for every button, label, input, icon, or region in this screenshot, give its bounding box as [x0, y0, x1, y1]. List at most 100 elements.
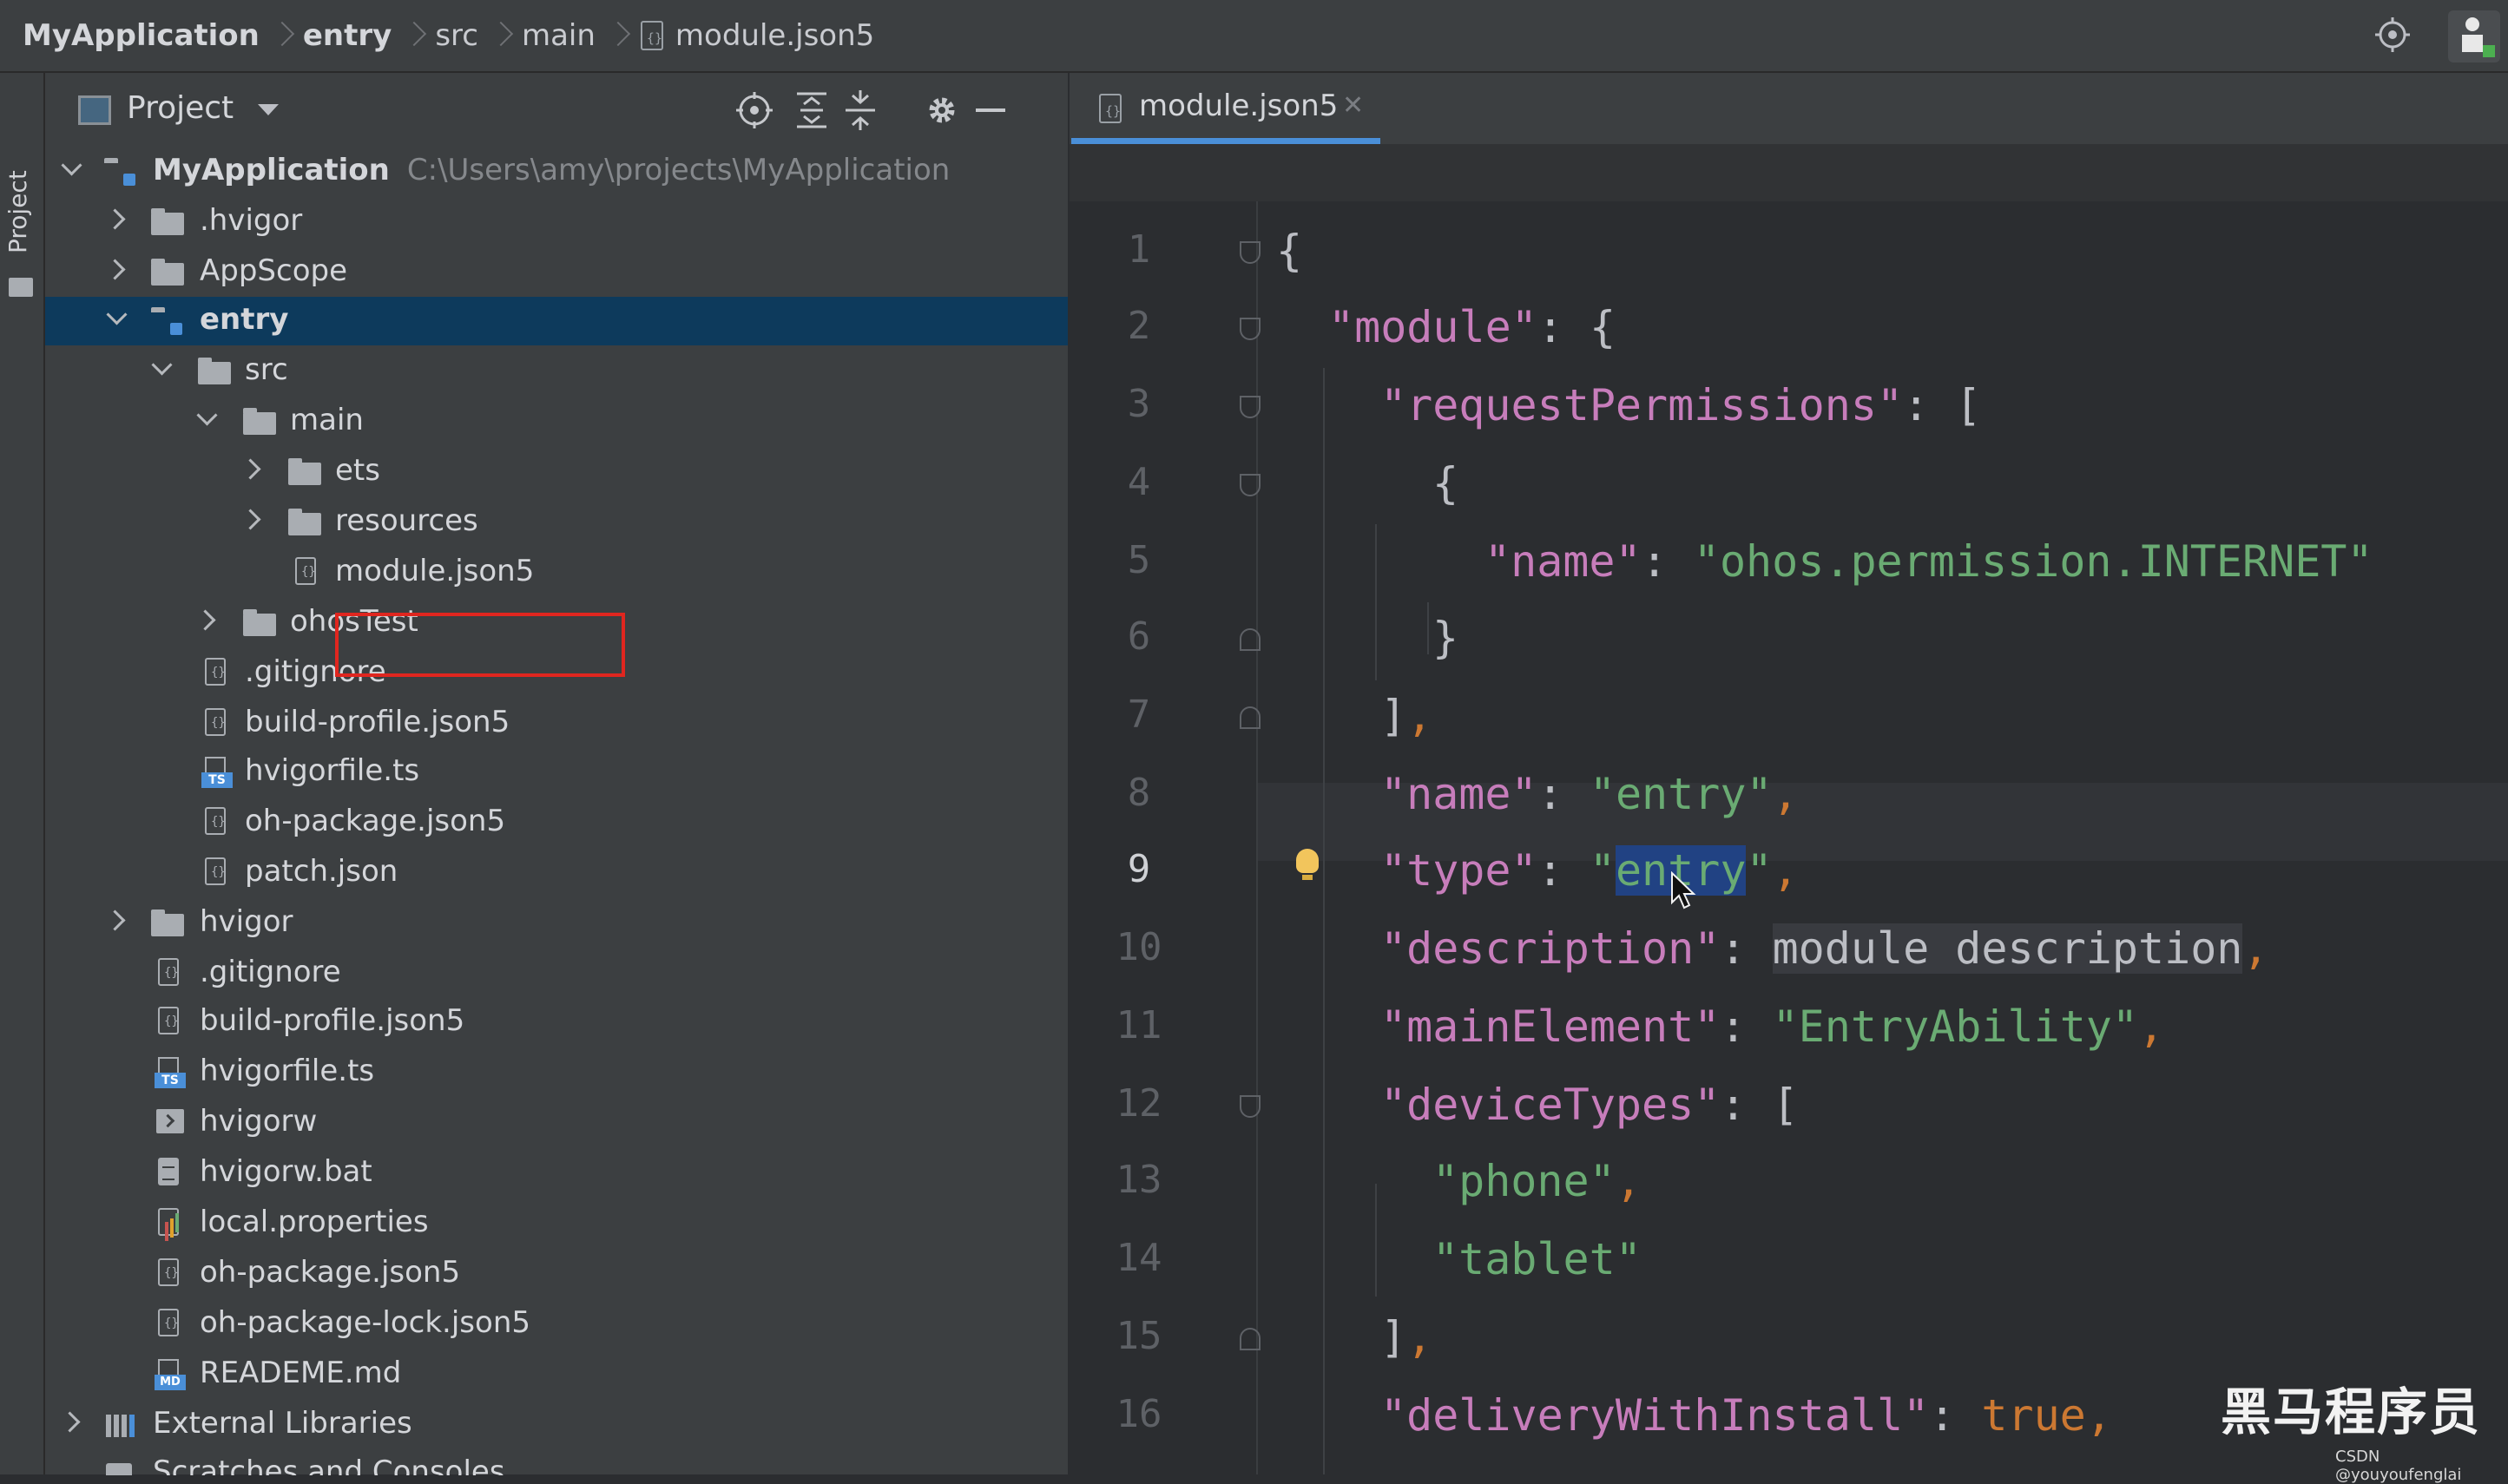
indent-guide: [1375, 1184, 1377, 1297]
json-string: "tablet": [1432, 1234, 1642, 1284]
code-line-15[interactable]: ],: [1380, 1312, 1432, 1363]
code-line-5[interactable]: "name": "ohos.permission.INTERNET": [1484, 536, 2373, 587]
run-config-icon[interactable]: [2448, 10, 2500, 62]
tree-item-hvigor-dir[interactable]: .hvigor: [45, 198, 1068, 246]
tree-item-hvigorw[interactable]: hvigorw: [45, 1099, 1068, 1147]
json-key: "mainElement": [1380, 1001, 1721, 1052]
chevron-right-icon[interactable]: [63, 1413, 80, 1430]
code-line-10[interactable]: "description": module description,: [1380, 923, 2269, 974]
fold-marker-icon[interactable]: [1240, 474, 1262, 500]
breadcrumb-item-entry[interactable]: entry: [303, 18, 392, 53]
line-number: 16: [1116, 1392, 1162, 1436]
chevron-right-icon[interactable]: [108, 210, 125, 227]
project-panel-header: Project: [45, 73, 1068, 148]
code-line-8[interactable]: "name": "entry",: [1380, 769, 1799, 819]
tree-item-ets[interactable]: ets: [45, 448, 1068, 496]
close-icon[interactable]: ✕: [1342, 90, 1364, 121]
line-number: 7: [1127, 693, 1151, 737]
tree-item-myapplication[interactable]: MyApplication C:\Users\amy\projects\MyApp…: [45, 148, 1068, 196]
fold-marker-icon[interactable]: [1240, 318, 1262, 344]
chevron-down-icon[interactable]: [198, 410, 215, 427]
tree-item-scratches[interactable]: Scratches and Consoles: [45, 1449, 1068, 1475]
line-number-current: 9: [1127, 847, 1151, 891]
fold-marker-icon[interactable]: [1240, 396, 1262, 422]
code-line-3[interactable]: "requestPermissions": [: [1380, 380, 1981, 430]
fold-end-marker-icon[interactable]: [1240, 628, 1262, 654]
json-key: "name": [1484, 536, 1642, 587]
libraries-icon: [104, 1411, 139, 1439]
chevron-down-icon[interactable]: [63, 160, 80, 177]
project-tool-tab[interactable]: Project: [3, 160, 40, 264]
tab-module-json5[interactable]: module.json5 ✕: [1071, 73, 1380, 144]
chevron-down-icon[interactable]: [108, 309, 125, 326]
code-line-6[interactable]: }: [1432, 613, 1458, 663]
tree-item-hvigorw-bat[interactable]: hvigorw.bat: [45, 1149, 1068, 1198]
gear-icon[interactable]: [920, 89, 964, 132]
json-file-icon: [200, 807, 234, 837]
fold-end-marker-icon[interactable]: [1240, 1328, 1262, 1354]
code-line-1[interactable]: {: [1276, 226, 1302, 276]
json-key: "name": [1380, 769, 1537, 819]
breadcrumb-item-myapplication[interactable]: MyApplication: [23, 18, 260, 53]
locate-file-icon[interactable]: [733, 89, 776, 132]
json-string: "phone": [1432, 1156, 1616, 1206]
tree-item-external-libraries[interactable]: External Libraries: [45, 1401, 1068, 1449]
ignore-file-icon: [200, 658, 234, 687]
tree-item-readme[interactable]: READEME.md: [45, 1350, 1068, 1399]
tree-item-oh-package-lock[interactable]: oh-package-lock.json5: [45, 1300, 1068, 1349]
code-line-7[interactable]: ],: [1380, 691, 1432, 741]
watermark-logo: 黑马程序员: [2221, 1382, 2482, 1441]
tree-item-src[interactable]: src: [45, 347, 1068, 396]
code-line-12[interactable]: "deviceTypes": [: [1380, 1080, 1799, 1130]
breadcrumb-item-main[interactable]: main: [522, 18, 596, 53]
chevron-down-icon[interactable]: [153, 359, 170, 377]
fold-end-marker-icon[interactable]: [1240, 706, 1262, 732]
tree-item-module-json5[interactable]: module.json5: [45, 548, 1068, 597]
code-line-11[interactable]: "mainElement": "EntryAbility",: [1380, 1001, 2164, 1052]
project-panel-title[interactable]: Project: [127, 90, 234, 126]
tree-item-entry-hvigorfile[interactable]: hvigorfile.ts: [45, 748, 1068, 797]
tree-item-appscope[interactable]: AppScope: [45, 248, 1068, 297]
json-file-icon: [153, 1007, 188, 1036]
breadcrumb-item-module-json5[interactable]: module.json5: [675, 18, 874, 53]
tree-item-local-properties[interactable]: local.properties: [45, 1199, 1068, 1248]
tree-item-resources[interactable]: resources: [45, 498, 1068, 547]
chevron-right-icon[interactable]: [108, 260, 125, 278]
properties-file-icon: [153, 1208, 188, 1238]
code-line-14[interactable]: "tablet": [1432, 1234, 1642, 1284]
tree-item-entry-oh-package[interactable]: oh-package.json5: [45, 798, 1068, 847]
tree-item-entry[interactable]: entry: [45, 297, 1068, 345]
chevron-right-icon[interactable]: [198, 611, 215, 628]
breadcrumb-item-src[interactable]: src: [435, 18, 478, 53]
folder-icon: [9, 278, 33, 297]
tree-item-main[interactable]: main: [45, 397, 1068, 446]
fold-marker-icon[interactable]: [1240, 1095, 1262, 1121]
collapse-all-icon[interactable]: [839, 89, 882, 132]
tree-item-root-gitignore[interactable]: .gitignore: [45, 949, 1068, 998]
locate-target-icon[interactable]: [2373, 16, 2412, 54]
code-line-9[interactable]: "type": "entry",: [1380, 845, 1799, 896]
expand-all-icon[interactable]: [790, 89, 833, 132]
lightbulb-icon[interactable]: [1296, 849, 1319, 883]
tree-item-root-hvigorfile[interactable]: hvigorfile.ts: [45, 1048, 1068, 1097]
json-key: "description": [1380, 923, 1721, 974]
chevron-down-icon[interactable]: [258, 104, 279, 115]
tree-item-entry-build-profile[interactable]: build-profile.json5: [45, 699, 1068, 748]
code-line-2[interactable]: "module": {: [1328, 302, 1616, 352]
minimize-icon[interactable]: [969, 89, 1012, 132]
chevron-right-icon[interactable]: [108, 911, 125, 929]
code-line-16[interactable]: "deliveryWithInstall": true,: [1380, 1390, 2112, 1441]
line-number: 4: [1127, 460, 1151, 504]
tree-item-root-oh-package[interactable]: oh-package.json5: [45, 1250, 1068, 1298]
tree-item-hvigor[interactable]: hvigor: [45, 899, 1068, 948]
chevron-right-icon[interactable]: [243, 460, 260, 477]
indent-guide: [1427, 602, 1429, 654]
tree-item-root-build-profile[interactable]: build-profile.json5: [45, 998, 1068, 1047]
tree-item-label: .gitignore: [200, 955, 341, 989]
code-line-13[interactable]: "phone",: [1432, 1156, 1642, 1206]
indent-guide: [1323, 368, 1325, 1474]
tree-item-patch-json[interactable]: patch.json: [45, 849, 1068, 897]
chevron-right-icon[interactable]: [243, 510, 260, 528]
code-line-4[interactable]: {: [1432, 458, 1458, 509]
fold-marker-icon[interactable]: [1240, 241, 1262, 267]
